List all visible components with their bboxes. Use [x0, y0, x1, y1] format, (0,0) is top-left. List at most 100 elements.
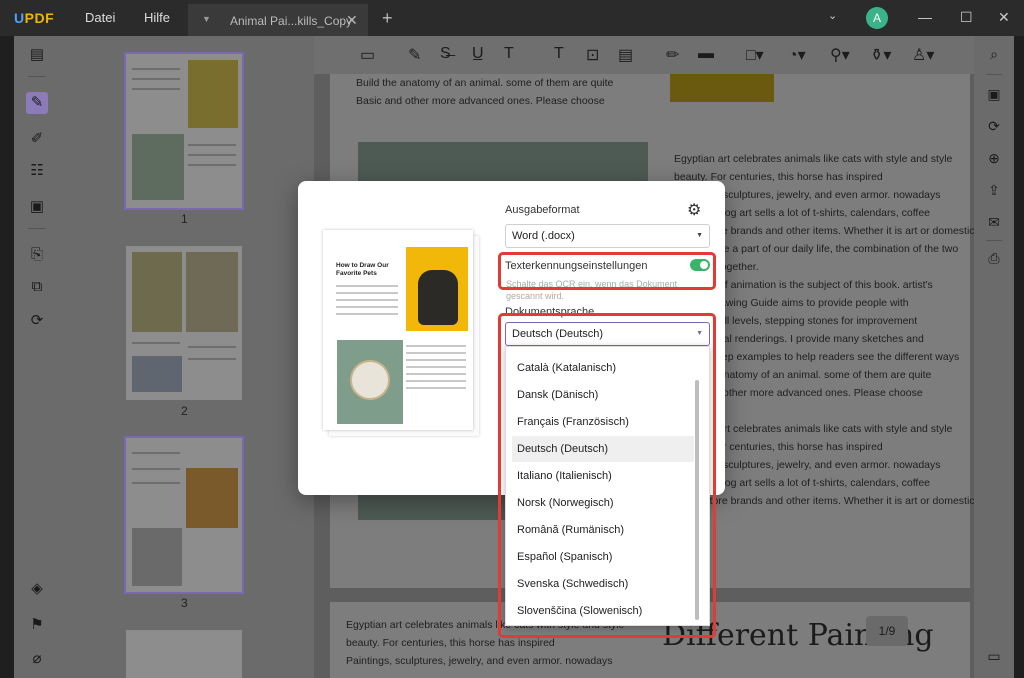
thumb-image: [186, 252, 238, 332]
preview-dog-image: [418, 270, 458, 325]
chevron-down-icon[interactable]: ▼: [202, 14, 211, 24]
page-thumbnail-4[interactable]: [126, 630, 242, 678]
menu-hilfe[interactable]: Hilfe: [144, 10, 170, 25]
divider: [28, 76, 46, 77]
thumb-image: [132, 356, 182, 392]
share-icon[interactable]: ⇪: [984, 182, 1004, 202]
thumb-line: [132, 68, 180, 70]
thumb-image: [132, 252, 182, 332]
preview-line: [406, 366, 466, 368]
search-icon[interactable]: ⌕: [984, 46, 1004, 66]
document-tab[interactable]: ▼ Animal Pai...kills_Copy ✕: [188, 4, 368, 36]
tab-title: Animal Pai...kills_Copy: [230, 14, 353, 28]
signature-icon[interactable]: ♙▾: [912, 45, 934, 65]
avatar[interactable]: A: [866, 7, 888, 29]
new-tab-icon[interactable]: +: [382, 8, 393, 29]
output-format-label: Ausgabeformat: [505, 204, 580, 216]
text-icon[interactable]: T: [554, 45, 564, 63]
thumb-line: [132, 88, 180, 90]
ocr-icon[interactable]: ▣: [984, 86, 1004, 106]
crop-icon[interactable]: ⧉: [26, 276, 48, 298]
comments-icon[interactable]: ▭: [984, 648, 1004, 668]
callout-icon[interactable]: ▤: [618, 45, 633, 65]
preview-line: [406, 373, 466, 375]
sign-icon[interactable]: ▣: [26, 196, 48, 218]
close-tab-icon[interactable]: ✕: [346, 12, 358, 29]
doc-text-top: Build the anatomy of an animal. some of …: [356, 77, 614, 107]
chevron-down-icon: ▼: [696, 232, 703, 239]
divider: [986, 240, 1002, 241]
preview-line: [406, 352, 466, 354]
menu-datei[interactable]: Datei: [85, 10, 115, 25]
note-icon[interactable]: ▭: [360, 45, 375, 65]
squiggly-icon[interactable]: T: [504, 45, 514, 63]
form-icon[interactable]: ☷: [26, 160, 48, 182]
thumb-line: [188, 346, 236, 348]
bookmark-icon[interactable]: ⚑: [26, 614, 48, 636]
strikethrough-icon[interactable]: S̶: [440, 45, 451, 63]
preview-line: [406, 345, 466, 347]
maximize-icon[interactable]: ☐: [960, 9, 973, 26]
preview-line: [406, 387, 466, 389]
pin-icon[interactable]: ⚲▾: [830, 45, 850, 65]
close-window-icon[interactable]: ✕: [998, 9, 1010, 26]
page-thumbnail-3[interactable]: [124, 436, 244, 594]
thumb-image: [188, 60, 238, 128]
highlight-box: [498, 313, 716, 638]
reader-icon[interactable]: ▤: [26, 44, 48, 66]
thumb-line: [132, 468, 180, 470]
title-bar: UPDF Datei Hilfe ▼ Animal Pai...kills_Co…: [0, 0, 1024, 36]
edit-icon[interactable]: ✐: [26, 128, 48, 150]
app-logo: UPDF: [14, 10, 55, 26]
protect-icon[interactable]: ⊕: [984, 150, 1004, 170]
thumb-line: [132, 342, 180, 344]
page-thumbnail-1[interactable]: [124, 52, 244, 210]
divider: [986, 74, 1002, 75]
layers-icon[interactable]: ◈: [26, 578, 48, 600]
chevron-down-icon[interactable]: ⌄: [828, 9, 837, 22]
output-format-select[interactable]: Word (.docx) ▼: [505, 224, 710, 248]
convert-icon[interactable]: ⟳: [984, 118, 1004, 138]
highlight-icon[interactable]: ✎: [408, 45, 421, 65]
thumb-line: [132, 482, 180, 484]
thumb-page-number: 2: [181, 404, 188, 418]
convert-icon[interactable]: ⟳: [26, 310, 48, 332]
page-indicator[interactable]: 1/9: [866, 616, 908, 646]
eraser-icon[interactable]: ▬: [698, 45, 714, 63]
preview-line: [336, 313, 398, 315]
page-thumbnail-2[interactable]: [126, 246, 242, 400]
preview-line: [336, 306, 398, 308]
organize-pages-icon[interactable]: ⎘: [26, 244, 48, 266]
preview-line: [336, 299, 398, 301]
left-toolbar: ▤ ✎ ✐ ☷ ▣ ⎘ ⧉ ⟳ ◈ ⚑ ⌀: [14, 36, 60, 678]
thumb-line: [188, 358, 236, 360]
shape-icon[interactable]: □▾: [746, 45, 764, 65]
divider: [28, 228, 46, 229]
thumb-line: [132, 452, 180, 454]
attachment-icon[interactable]: ⌀: [26, 648, 48, 670]
thumb-line: [188, 154, 236, 156]
preview-line: [336, 285, 398, 287]
save-icon[interactable]: ⎙: [984, 250, 1004, 270]
right-toolbar: ⌕ ▣ ⟳ ⊕ ⇪ ✉ ⎙ ▭: [974, 36, 1014, 678]
annotation-toolbar: ▭ ✎ S̶ U̲ T T ⊡ ▤ ✏ ▬ □▾ ◔▾ ⚲▾ ⚱▾ ♙▾: [314, 36, 974, 74]
thumb-line: [188, 164, 236, 166]
sticker-icon[interactable]: ◔▾: [788, 45, 806, 65]
underline-icon[interactable]: U̲: [472, 45, 484, 63]
thumb-image: [186, 468, 238, 528]
thumb-line: [132, 78, 180, 80]
preview-title: How to Draw Our Favorite Pets: [336, 262, 389, 277]
email-icon[interactable]: ✉: [984, 214, 1004, 234]
preview-line: [336, 292, 398, 294]
stamp-icon[interactable]: ⚱▾: [870, 45, 891, 65]
minimize-icon[interactable]: —: [918, 9, 932, 25]
preview-circle-image: [350, 360, 390, 400]
comment-icon[interactable]: ✎: [26, 92, 48, 114]
pencil-icon[interactable]: ✏: [666, 45, 679, 65]
textbox-icon[interactable]: ⊡: [586, 45, 599, 65]
thumb-line: [188, 144, 236, 146]
highlight-box: [498, 252, 716, 290]
gear-icon[interactable]: ⚙: [687, 200, 701, 220]
thumb-page-number: 3: [181, 596, 188, 610]
thumb-image: [132, 528, 182, 586]
